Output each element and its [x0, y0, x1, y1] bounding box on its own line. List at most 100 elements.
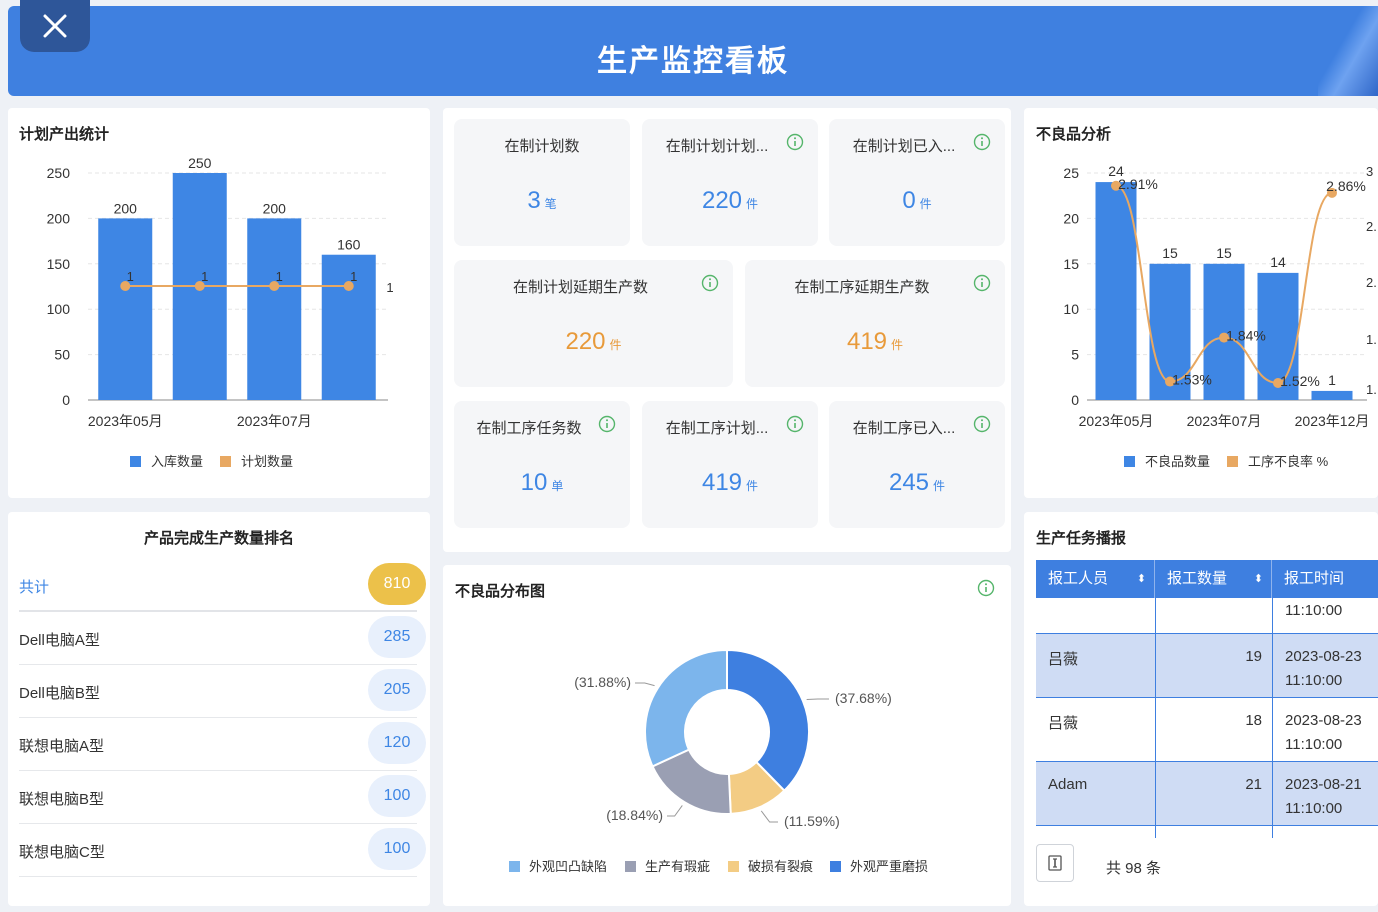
info-icon[interactable]	[701, 274, 719, 292]
y-tick-label: 50	[54, 347, 70, 363]
slice-leader-line	[760, 810, 778, 823]
stat-value: 220	[565, 328, 606, 355]
ranking-count-badge: 120	[368, 722, 426, 764]
rate-value-label: 2.86%	[1326, 178, 1366, 194]
stat-value: 419	[701, 469, 743, 496]
x-tick-label: 2023年05月	[88, 413, 163, 429]
cell-date: 2023-08-23	[1285, 648, 1362, 665]
donut-slice[interactable]	[726, 648, 810, 793]
table-row	[1036, 826, 1378, 838]
ranking-row[interactable]: 联想电脑C型 100	[19, 824, 426, 877]
ranking-row[interactable]: 联想电脑B型 100	[19, 771, 426, 824]
bar[interactable]	[1311, 390, 1353, 400]
table-row[interactable]: 吕薇 18 2023-08-23 11:10:00	[1036, 698, 1378, 762]
table-row[interactable]: Adam 21 2023-08-21 11:10:00	[1036, 762, 1378, 826]
stat-unit: 单	[551, 479, 564, 493]
ranking-name: Dell电脑A型	[19, 632, 100, 649]
bar-value-label: 14	[1270, 254, 1286, 270]
ranking-row[interactable]: Dell电脑B型 205	[19, 665, 426, 718]
slice-percent-label: (11.59%)	[784, 813, 840, 829]
legend-label[interactable]: 计划数量	[241, 454, 293, 469]
line-value-label: 1	[201, 269, 208, 284]
slice-leader-line	[635, 682, 655, 687]
bar[interactable]	[321, 254, 376, 400]
rate-value-label: 1.53%	[1172, 372, 1212, 388]
plan-output-chart: 0 50 100 150 200 250 200 250 200 160 1 1 1 1 1 2023年05月…	[47, 155, 394, 469]
bar-value-label: 250	[188, 155, 212, 171]
donut-slice[interactable]	[644, 648, 728, 768]
column-header[interactable]: 报工人员 ⬍	[1036, 560, 1155, 598]
rate-value-label: 2.91%	[1118, 176, 1158, 192]
task-report-title: 生产任务播报	[1036, 530, 1127, 547]
legend-label[interactable]: 工序不良率 %	[1248, 454, 1329, 469]
stat-value-wrap: 0件	[829, 187, 1005, 215]
info-icon[interactable]	[598, 415, 616, 433]
stat-tile[interactable]: 在制计划已入... 0 件	[829, 119, 1005, 246]
legend-label[interactable]: 外观严重磨损	[850, 859, 928, 874]
y-tick-label: 150	[47, 256, 71, 272]
stat-unit: 件	[609, 338, 622, 352]
legend-label[interactable]: 生产有瑕疵	[645, 859, 710, 874]
stat-value-wrap: 3笔	[454, 187, 630, 215]
stat-value: 220	[701, 187, 743, 214]
info-icon[interactable]	[786, 133, 804, 151]
sort-icon[interactable]: ⬍	[1137, 560, 1146, 598]
info-icon[interactable]	[973, 415, 991, 433]
stat-value: 0	[902, 187, 916, 214]
column-header[interactable]: 报工时间	[1272, 560, 1378, 598]
info-icon[interactable]	[973, 274, 991, 292]
cell-quantity: 18	[1245, 712, 1262, 729]
bar[interactable]	[98, 218, 153, 400]
cell-time: 11:10:00	[1285, 672, 1343, 689]
cell-person: 吕薇	[1048, 651, 1079, 668]
stat-tile[interactable]: 在制工序已入... 245 件	[829, 401, 1005, 528]
ranking-title: 产品完成生产数量排名	[143, 530, 294, 547]
ranking-count-badge: 100	[368, 828, 426, 870]
distribution-chart: (37.68%) (11.59%) (18.84%) (31.88%) 外观凹凸缺陷 生产…	[509, 648, 928, 874]
y-tick-label: 5	[1071, 347, 1079, 363]
stat-tile[interactable]: 在制工序任务数 10 单	[454, 401, 630, 528]
stat-unit: 件	[746, 479, 759, 493]
legend-label[interactable]: 破损有裂痕	[748, 859, 813, 874]
page-jump-button[interactable]	[1036, 844, 1074, 882]
y-tick-label: 20	[1063, 210, 1079, 226]
column-divider	[1272, 826, 1273, 838]
column-divider	[1272, 698, 1273, 761]
table-row[interactable]: 吕薇 19 2023-08-23 11:10:00	[1036, 634, 1378, 698]
y-tick-label: 10	[1063, 301, 1079, 317]
ranking-row[interactable]: 联想电脑A型 120	[19, 718, 426, 771]
stat-tile[interactable]: 在制工序计划... 419 件	[642, 401, 818, 528]
rate-value-label: 1.52%	[1280, 373, 1320, 389]
cell-date: 2023-08-21	[1285, 776, 1362, 793]
stat-tile[interactable]: 在制计划延期生产数 220 件	[454, 260, 733, 387]
stat-label: 在制计划延期生产数	[512, 279, 648, 296]
stat-value: 3	[527, 187, 541, 214]
ranking-row[interactable]: Dell电脑A型 285	[19, 612, 426, 665]
legend-label[interactable]: 外观凹凸缺陷	[529, 859, 607, 874]
table-row[interactable]: 11:10:00	[1036, 598, 1378, 634]
info-icon[interactable]	[973, 133, 991, 151]
close-button[interactable]	[20, 0, 90, 52]
slice-percent-label: (37.68%)	[835, 690, 892, 706]
y-tick-label: 100	[47, 301, 71, 317]
y-tick-label: 25	[1063, 165, 1079, 181]
bar[interactable]	[247, 218, 302, 400]
bar[interactable]	[1095, 182, 1137, 400]
sort-icon[interactable]: ⬍	[1254, 560, 1263, 598]
stat-tile[interactable]: 在制工序延期生产数 419 件	[745, 260, 1005, 387]
stat-tile[interactable]: 在制计划数 3 笔	[454, 119, 630, 246]
legend-swatch	[625, 861, 636, 872]
legend-swatch	[728, 861, 739, 872]
ranking-total-row[interactable]: 共计 810	[19, 559, 426, 612]
x-tick-label: 2023年05月	[1079, 413, 1154, 429]
legend-swatch	[130, 456, 141, 467]
cell-person: 吕薇	[1048, 715, 1079, 732]
ranking-count-badge: 205	[368, 669, 426, 711]
y2-tick-label: 1.	[1366, 382, 1377, 397]
stat-tile[interactable]: 在制计划计划... 220 件	[642, 119, 818, 246]
legend-label[interactable]: 入库数量	[151, 454, 203, 469]
info-icon[interactable]	[786, 415, 804, 433]
legend-label[interactable]: 不良品数量	[1145, 454, 1210, 469]
column-header[interactable]: 报工数量 ⬍	[1155, 560, 1272, 598]
bar-value-label: 160	[337, 237, 361, 253]
